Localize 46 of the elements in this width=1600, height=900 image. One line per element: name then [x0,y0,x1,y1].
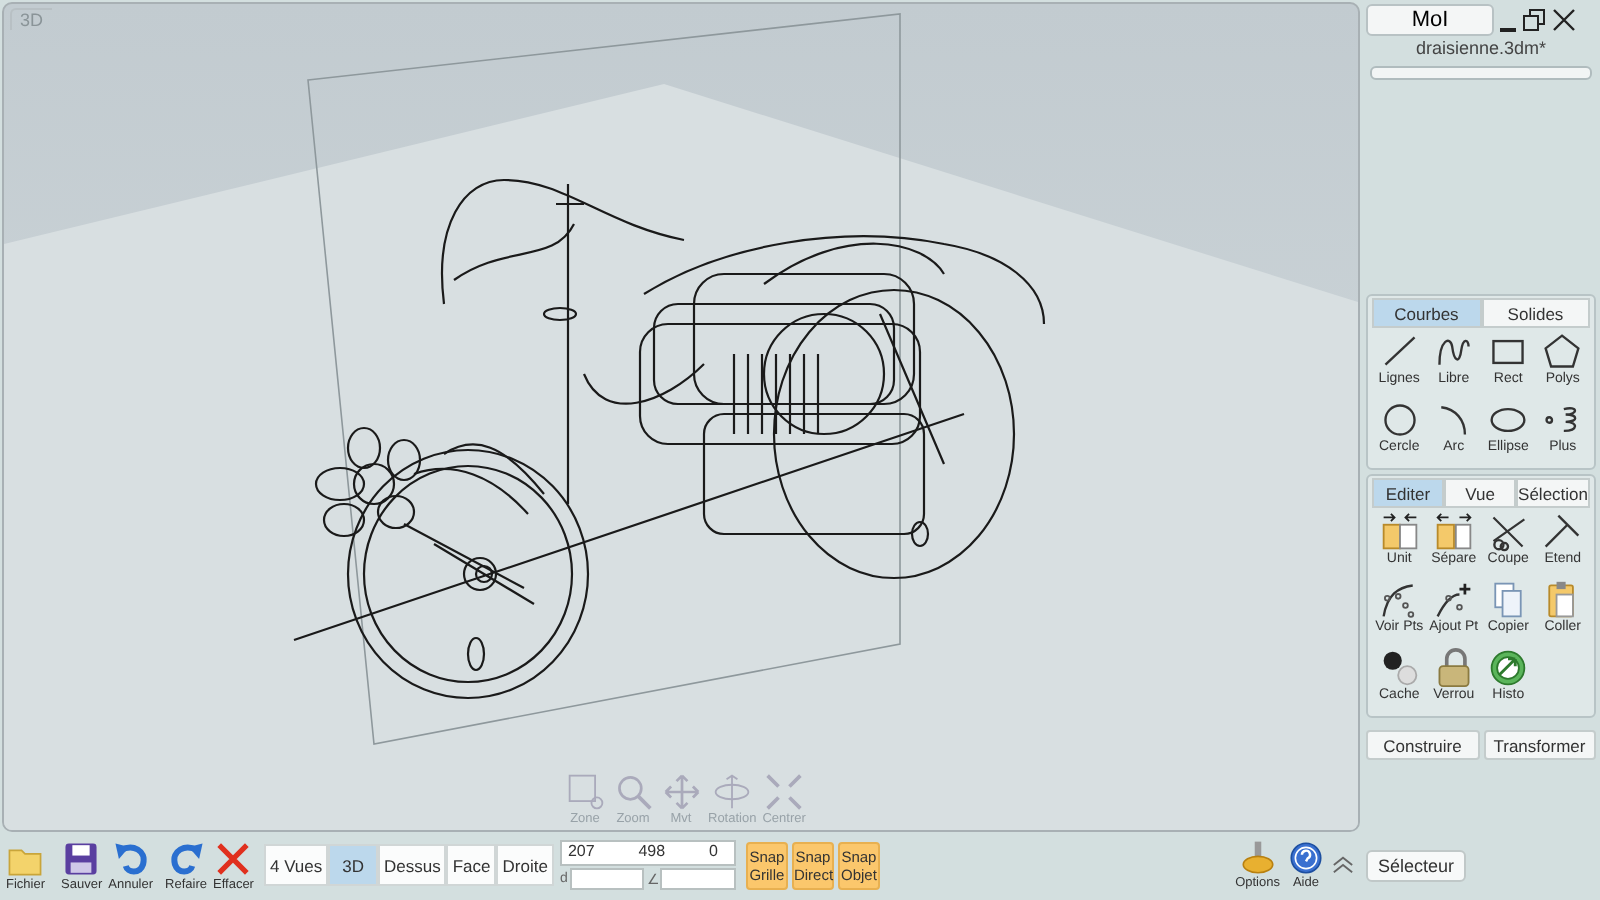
add-point-icon [1433,580,1474,620]
panel-tab[interactable]: Courbes [1372,298,1481,328]
scissors-icon [1488,512,1529,552]
curve-points-icon [1379,580,1420,620]
center-arrows-icon [764,772,805,812]
double-chevron-icon [1331,854,1354,876]
y-coordinate: 498 [638,842,666,864]
spheres-icon [1379,648,1420,688]
panel-tab[interactable]: Solides [1481,298,1590,328]
help-icon [1287,840,1324,876]
blocks-arrows-icon [1433,512,1474,552]
circle-icon [1379,400,1420,440]
angle-field[interactable] [660,868,736,890]
blocks-arrows-icon [1379,512,1420,552]
viewport-label: 3D [10,8,52,30]
padlock-icon [1433,648,1474,688]
pentagon-icon [1542,332,1583,372]
view-tab[interactable]: 4 Vues [263,844,329,886]
magnifier-icon [613,772,653,812]
x-coordinate: 207 [567,842,595,864]
panel-tab[interactable]: Transformer [1483,730,1596,760]
view-tab[interactable]: Face [446,844,497,886]
move-arrows-icon [661,772,701,812]
extend-line-icon [1542,512,1583,552]
distance-field[interactable] [569,868,645,890]
view-tab[interactable]: Droite [496,844,554,886]
redo-arrow-icon [167,839,206,877]
minimize-icon [1500,28,1516,32]
panel-tab[interactable]: Editer [1372,478,1445,508]
close-icon [1552,8,1576,32]
coordinate-field[interactable]: 207 498 0 [559,840,736,866]
zone-icon [565,772,605,812]
view-tab[interactable]: Dessus [378,844,447,886]
cross-icon [214,839,253,877]
app-menu-button[interactable]: MoI [1366,4,1494,36]
panel-tab[interactable]: Sélection [1516,478,1590,508]
z-coordinate: 0 [708,842,718,864]
panel-tab[interactable]: Construire [1366,730,1479,760]
panel-tab[interactable]: Vue [1444,478,1517,508]
history-icon [1488,648,1529,688]
restore-icon [1522,8,1546,32]
selector-button[interactable]: Sélecteur [1365,849,1466,881]
view-tab[interactable]: 3D [328,844,379,886]
rotate-icon [712,772,753,812]
file-name: draisienne.3dm* [1413,38,1549,58]
undo-arrow-icon [111,839,150,877]
